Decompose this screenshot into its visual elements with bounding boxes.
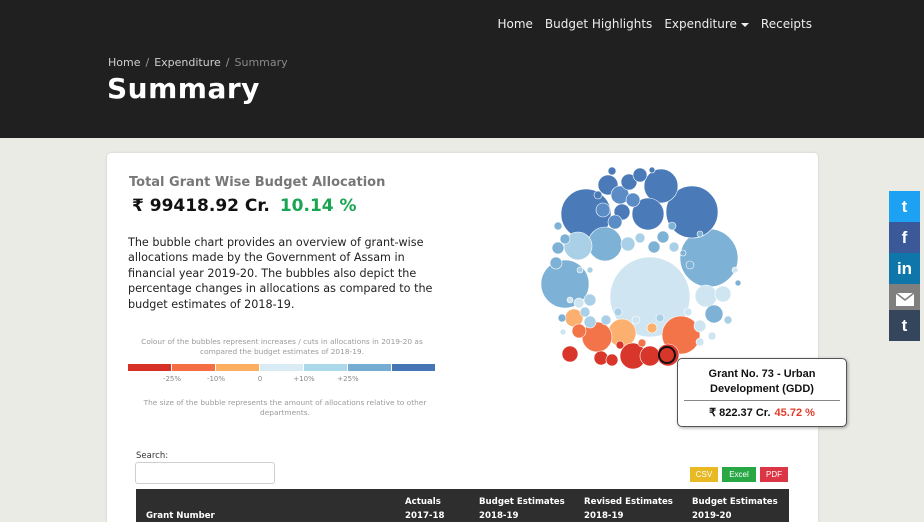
tumblr-share-button[interactable]: t: [889, 310, 920, 341]
grant-bubble[interactable]: [648, 166, 656, 174]
grant-bubble[interactable]: [607, 166, 617, 176]
highlighted-bubble[interactable]: [658, 346, 676, 364]
grant-bubble[interactable]: [694, 284, 718, 308]
tooltip-amount: ₹ 822.37 Cr.: [709, 407, 771, 419]
grant-bubble[interactable]: [637, 338, 647, 348]
grant-bubble[interactable]: [573, 297, 585, 309]
grant-bubble[interactable]: [559, 328, 567, 336]
linkedin-share-button[interactable]: in: [889, 253, 920, 284]
col-grant-number[interactable]: Grant Number: [146, 511, 215, 522]
grant-bubble[interactable]: [668, 241, 680, 253]
col-re-label[interactable]: Revised Estimates: [584, 497, 673, 508]
tooltip-divider: [684, 400, 840, 401]
csv-button[interactable]: CSV: [690, 467, 718, 482]
grant-bubble[interactable]: [731, 266, 739, 274]
tooltip-value: ₹ 822.37 Cr. 45.72 %: [678, 406, 846, 419]
grant-bubble[interactable]: [667, 221, 677, 231]
col-be-label[interactable]: Budget Estimates: [479, 497, 565, 508]
pdf-button[interactable]: PDF: [760, 467, 788, 482]
grant-bubble[interactable]: [613, 307, 623, 317]
col-re-year[interactable]: 2018-19: [584, 511, 623, 522]
facebook-share-button[interactable]: f: [889, 222, 920, 253]
col-be-next-year[interactable]: 2019-20: [692, 511, 731, 522]
tooltip-change: 45.72 %: [774, 407, 815, 419]
grant-bubble[interactable]: [723, 315, 733, 325]
grant-bubble[interactable]: [639, 345, 661, 367]
grant-bubble[interactable]: [607, 214, 623, 230]
grant-bubble[interactable]: [714, 285, 732, 303]
grant-bubble[interactable]: [593, 350, 609, 366]
table-header: Grant Number Actuals 2017-18 Budget Esti…: [136, 489, 789, 522]
twitter-share-button[interactable]: t: [889, 191, 920, 222]
tumblr-icon: t: [901, 315, 908, 335]
col-actuals-year[interactable]: 2017-18: [405, 511, 444, 522]
grant-bubble[interactable]: [683, 307, 693, 317]
grant-bubble[interactable]: [631, 315, 641, 325]
grant-bubble[interactable]: [593, 190, 603, 200]
twitter-icon: t: [901, 196, 908, 216]
search-input[interactable]: [135, 462, 275, 484]
grant-bubble[interactable]: [632, 167, 648, 183]
grant-bubble[interactable]: [576, 266, 584, 274]
grant-bubble[interactable]: [583, 293, 597, 307]
grant-bubble[interactable]: [695, 337, 705, 347]
grant-bubble[interactable]: [559, 233, 571, 245]
col-actuals-label[interactable]: Actuals: [405, 497, 441, 508]
grant-bubble[interactable]: [571, 323, 587, 339]
grant-bubble[interactable]: [696, 230, 704, 238]
col-be-year[interactable]: 2018-19: [479, 511, 518, 522]
col-be-next-label[interactable]: Budget Estimates: [692, 497, 778, 508]
facebook-icon: f: [901, 227, 908, 247]
grant-bubble[interactable]: [579, 306, 591, 318]
grant-bubble[interactable]: [586, 266, 594, 274]
grant-bubble[interactable]: [553, 221, 563, 231]
linkedin-icon: in: [896, 258, 913, 278]
grant-bubble[interactable]: [655, 313, 665, 323]
grant-bubble[interactable]: [734, 279, 742, 287]
grant-bubble[interactable]: [634, 232, 646, 244]
grant-bubble[interactable]: [600, 314, 612, 326]
grant-bubble[interactable]: [647, 240, 661, 254]
grant-bubble[interactable]: [557, 313, 567, 323]
grant-bubble[interactable]: [707, 331, 717, 341]
grant-bubble[interactable]: [704, 304, 724, 324]
grant-bubble[interactable]: [620, 236, 636, 252]
grant-bubble[interactable]: [693, 319, 707, 333]
grant-bubble[interactable]: [561, 345, 579, 363]
grant-bubble[interactable]: [679, 249, 687, 257]
excel-button[interactable]: Excel: [722, 467, 756, 482]
grant-bubble[interactable]: [549, 256, 563, 270]
bubble-tooltip: Grant No. 73 - Urban Development (GDD) ₹…: [677, 358, 847, 427]
search-label: Search:: [136, 451, 169, 461]
email-icon: [895, 293, 914, 306]
tooltip-grant-name: Grant No. 73 - Urban Development (GDD): [708, 368, 816, 395]
grant-bubble[interactable]: [605, 353, 619, 367]
bubble-chart: [540, 166, 742, 370]
grant-bubble[interactable]: [685, 260, 695, 270]
grant-bubble[interactable]: [566, 296, 574, 304]
grant-bubble[interactable]: [656, 230, 670, 244]
grant-bubble[interactable]: [646, 322, 658, 334]
grant-bubble[interactable]: [595, 202, 611, 218]
grant-bubble[interactable]: [615, 340, 625, 350]
grant-bubble[interactable]: [587, 226, 623, 262]
grant-bubble[interactable]: [551, 241, 565, 255]
grant-bubble[interactable]: [625, 192, 641, 208]
grant-bubble[interactable]: [583, 315, 597, 329]
